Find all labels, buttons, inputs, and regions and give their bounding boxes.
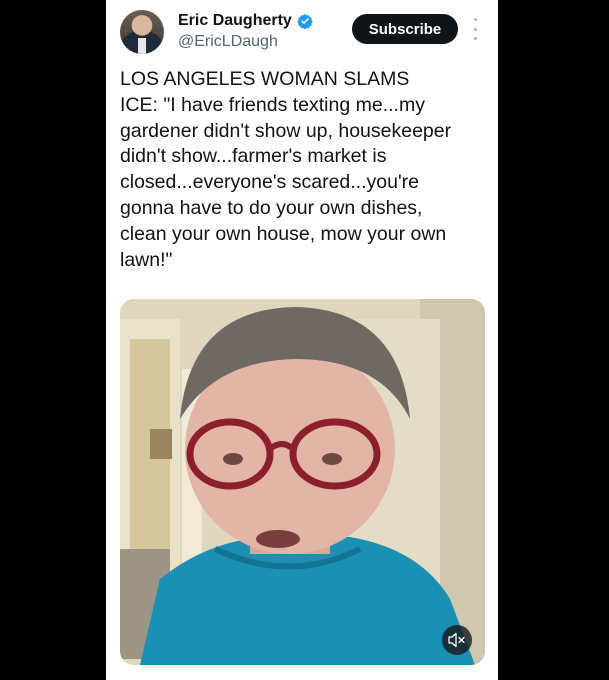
- mute-toggle-button[interactable]: [442, 625, 472, 655]
- author-name-row[interactable]: Eric Daugherty: [178, 12, 313, 30]
- tweet-header: Eric Daugherty @EricLDaugh Subscribe: [106, 0, 498, 60]
- speaker-muted-icon: [448, 632, 465, 648]
- subscribe-button[interactable]: Subscribe: [352, 14, 458, 44]
- tweet-card: Eric Daugherty @EricLDaugh Subscribe LOS…: [106, 0, 498, 680]
- video-frame: [120, 299, 485, 665]
- tweet-text: LOS ANGELES WOMAN SLAMS ICE: "I have fri…: [120, 68, 452, 271]
- more-options-icon[interactable]: [471, 18, 479, 40]
- video-player[interactable]: [120, 299, 485, 665]
- author-handle[interactable]: @EricLDaugh: [178, 33, 278, 51]
- avatar[interactable]: [120, 10, 164, 54]
- verified-badge-icon: [297, 14, 313, 29]
- author-display-name[interactable]: Eric Daugherty: [178, 12, 292, 30]
